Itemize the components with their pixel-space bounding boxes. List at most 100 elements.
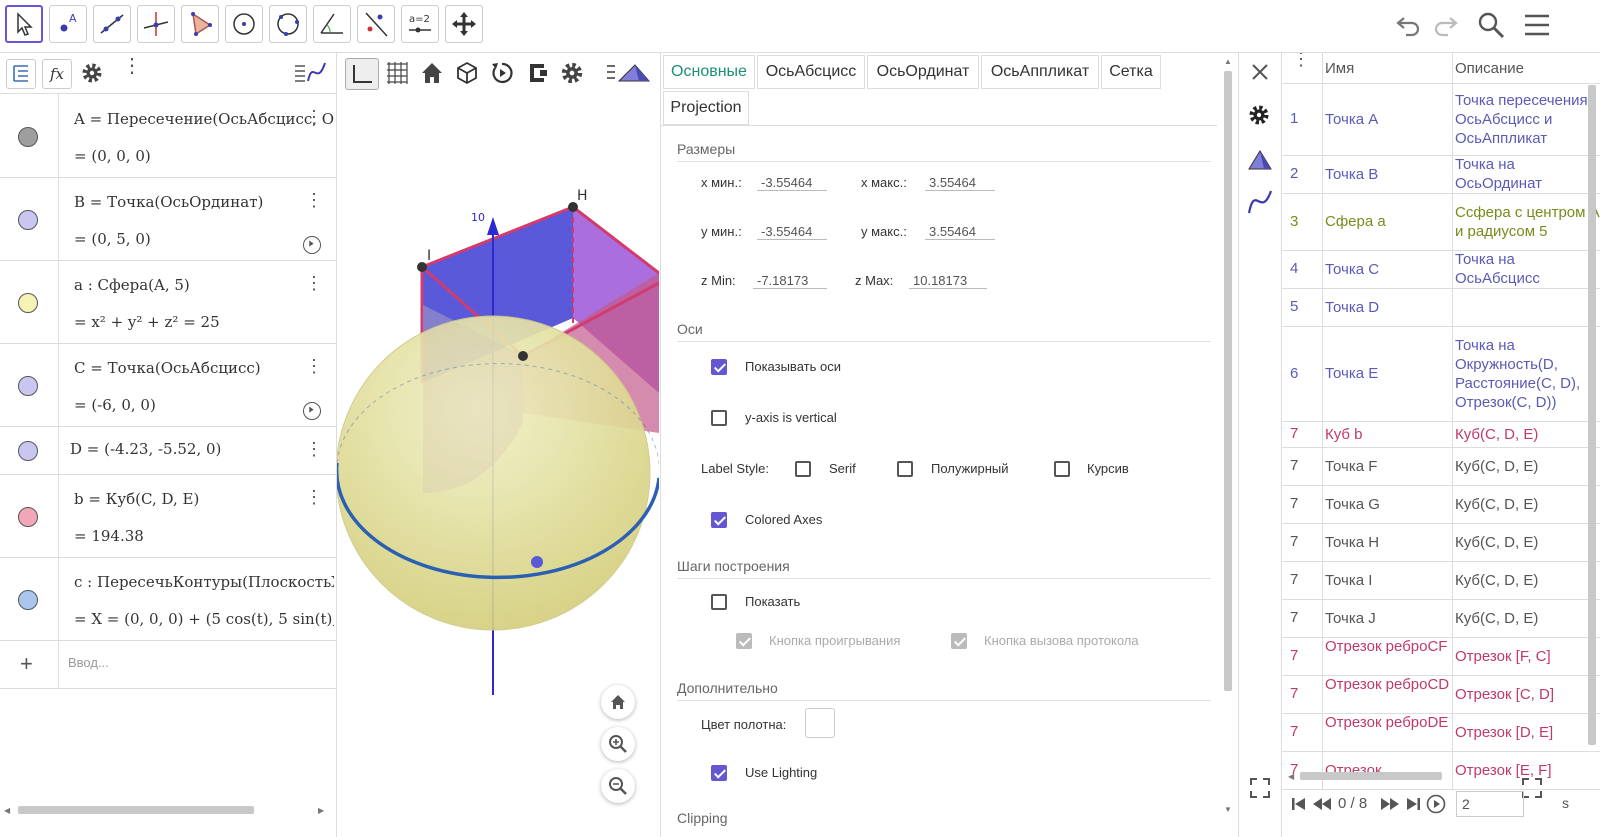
tab-grid[interactable]: Сетка xyxy=(1101,55,1161,89)
visibility-dot[interactable] xyxy=(18,441,38,461)
protocol-row[interactable]: 3 Сфера a Ссфера с центром A и радиусом 5 xyxy=(1282,193,1600,251)
row-menu-kebab[interactable]: ⋮ xyxy=(305,191,323,209)
show-axes-checkbox[interactable] xyxy=(711,359,727,375)
fullscreen-button[interactable] xyxy=(1249,777,1271,799)
algebra-input-field[interactable]: Ввод... xyxy=(68,655,109,670)
visibility-dot[interactable] xyxy=(18,376,38,396)
scroll-left-arrow[interactable]: ◀ xyxy=(1288,772,1294,781)
zoom-in-button[interactable] xyxy=(601,727,635,761)
algebra-row-c[interactable]: c : ПересечьКонтуры(ПлоскостьXY = X = (0… xyxy=(0,557,336,641)
tab-y-axis[interactable]: ОсьОрдинат xyxy=(867,55,979,89)
redo-button[interactable] xyxy=(1428,8,1462,42)
protocol-row[interactable]: 2 Точка B Точка на ОсьОрдинат xyxy=(1282,155,1600,194)
axes-toggle-button[interactable] xyxy=(345,58,379,90)
move-tool-button[interactable] xyxy=(5,5,43,43)
graphing-view-button[interactable] xyxy=(293,61,327,85)
tab-z-axis[interactable]: ОсьАппликат xyxy=(981,55,1099,89)
settings-vertical-scrollbar[interactable]: ▲ ▼ xyxy=(1221,57,1235,833)
view-direction-button[interactable] xyxy=(451,58,483,88)
last-step-button[interactable] xyxy=(1404,795,1422,813)
visibility-dot[interactable] xyxy=(18,507,38,527)
scroll-right-arrow[interactable]: ▶ xyxy=(318,806,324,815)
graphics-view-menu-button[interactable] xyxy=(605,61,653,85)
zmin-field[interactable]: -7.18173 xyxy=(753,273,827,289)
main-menu-button[interactable] xyxy=(1520,8,1554,42)
row-menu-kebab[interactable]: ⋮ xyxy=(305,274,323,292)
protocol-row[interactable]: 7 Отрезок реброCD Отрезок [C, D] xyxy=(1282,675,1600,714)
protocol-row[interactable]: 7 Точка J Куб(C, D, E) xyxy=(1282,599,1600,638)
scroll-down-arrow[interactable]: ▼ xyxy=(1224,805,1232,814)
protocol-row[interactable]: 1 Точка A Точка пересечения ОсьАбсцисс и О… xyxy=(1282,83,1600,156)
serif-checkbox[interactable] xyxy=(795,461,811,477)
undo-button[interactable] xyxy=(1392,8,1426,42)
point-tool-button[interactable]: A xyxy=(49,5,87,43)
circle-tool-button[interactable] xyxy=(225,5,263,43)
plus-icon[interactable]: + xyxy=(20,651,33,677)
protocol-row[interactable]: 7 Отрезок реброDE Отрезок [D, E] xyxy=(1282,713,1600,752)
point-I[interactable] xyxy=(417,262,427,272)
point-J[interactable] xyxy=(518,351,528,361)
scroll-up-arrow[interactable]: ▲ xyxy=(1224,57,1232,66)
close-settings-button[interactable] xyxy=(1247,59,1273,85)
row-menu-kebab[interactable]: ⋮ xyxy=(305,440,323,458)
tab-x-axis[interactable]: ОсьАбсцисс xyxy=(757,55,865,89)
slider-tool-button[interactable]: a=2 xyxy=(401,5,439,43)
settings-category-button[interactable] xyxy=(1245,101,1275,131)
first-step-button[interactable] xyxy=(1290,795,1308,813)
visibility-dot[interactable] xyxy=(18,590,38,610)
scrollbar-thumb[interactable] xyxy=(1224,71,1232,691)
tab-basic[interactable]: Основные xyxy=(663,55,755,89)
xmin-field[interactable]: -3.55464 xyxy=(757,175,827,191)
visibility-dot[interactable] xyxy=(18,127,38,147)
visibility-dot[interactable] xyxy=(18,210,38,230)
play-animation-button[interactable] xyxy=(303,236,321,254)
visibility-dot[interactable] xyxy=(18,293,38,313)
algebra-input-row[interactable]: + Ввод... xyxy=(0,640,336,689)
standard-view-button[interactable] xyxy=(601,685,635,719)
protocol-row[interactable]: 4 Точка C Точка на ОсьАбсцисс xyxy=(1282,250,1600,289)
protocol-row[interactable]: 7 Точка G Куб(C, D, E) xyxy=(1282,485,1600,524)
protocol-vertical-scrollbar[interactable] xyxy=(1585,61,1599,761)
protocol-row[interactable]: 7 Точка I Куб(C, D, E) xyxy=(1282,561,1600,600)
algebra-row-B[interactable]: B = Точка(ОсьОрдинат) = (0, 5, 0) ⋮ xyxy=(0,177,336,261)
protocol-row[interactable]: 7 Отрезок реброCF Отрезок [F, C] xyxy=(1282,637,1600,676)
row-menu-kebab[interactable]: ⋮ xyxy=(305,108,323,126)
algebra-row-D[interactable]: D = (-4.23, -5.52, 0) ⋮ xyxy=(0,426,336,475)
polygon-tool-button[interactable] xyxy=(181,5,219,43)
function-fx-button[interactable]: fx xyxy=(42,59,72,89)
move-view-tool-button[interactable] xyxy=(445,5,483,43)
algebra-category-button[interactable] xyxy=(1245,187,1275,217)
clipping-button[interactable] xyxy=(522,58,554,88)
protocol-menu-kebab[interactable]: ⋮ xyxy=(1292,53,1310,68)
algebra-horizontal-scrollbar[interactable]: ◀ ▶ xyxy=(0,803,336,817)
rotate-view-button[interactable] xyxy=(486,58,518,88)
protocol-row[interactable]: 7 Точка H Куб(C, D, E) xyxy=(1282,523,1600,562)
line-tool-button[interactable] xyxy=(93,5,131,43)
scrollbar-thumb[interactable] xyxy=(18,806,254,814)
column-header-description[interactable]: Описание xyxy=(1455,59,1600,78)
bold-checkbox[interactable] xyxy=(897,461,913,477)
algebra-view-toggle-button[interactable] xyxy=(6,59,36,89)
protocol-row[interactable]: 6 Точка E Точка на Окружность(D, Расстояни… xyxy=(1282,326,1600,422)
show-steps-checkbox[interactable] xyxy=(711,594,727,610)
row-menu-kebab[interactable]: ⋮ xyxy=(305,488,323,506)
xmax-field[interactable]: 3.55464 xyxy=(925,175,995,191)
reflect-tool-button[interactable] xyxy=(357,5,395,43)
protocol-row[interactable]: 5 Точка D xyxy=(1282,288,1600,327)
scroll-left-arrow[interactable]: ◀ xyxy=(4,806,10,815)
previous-step-button[interactable] xyxy=(1312,795,1332,813)
background-color-swatch[interactable] xyxy=(805,708,835,738)
play-animation-button[interactable] xyxy=(303,402,321,420)
zoom-out-button[interactable] xyxy=(601,769,635,803)
home-view-button[interactable] xyxy=(416,58,448,88)
ymin-field[interactable]: -3.55464 xyxy=(757,224,827,240)
row-menu-kebab[interactable]: ⋮ xyxy=(305,357,323,375)
italic-checkbox[interactable] xyxy=(1054,461,1070,477)
algebra-row-C[interactable]: C = Точка(ОсьАбсцисс) = (-6, 0, 0) ⋮ xyxy=(0,343,336,427)
scrollbar-thumb[interactable] xyxy=(1588,85,1596,745)
grid-toggle-button[interactable] xyxy=(381,58,413,88)
zmax-field[interactable]: 10.18173 xyxy=(909,273,987,289)
protocol-row[interactable]: 7 Куб b Куб(C, D, E) xyxy=(1282,421,1600,448)
tab-projection[interactable]: Projection xyxy=(663,91,749,125)
y-axis-vertical-checkbox[interactable] xyxy=(711,410,727,426)
